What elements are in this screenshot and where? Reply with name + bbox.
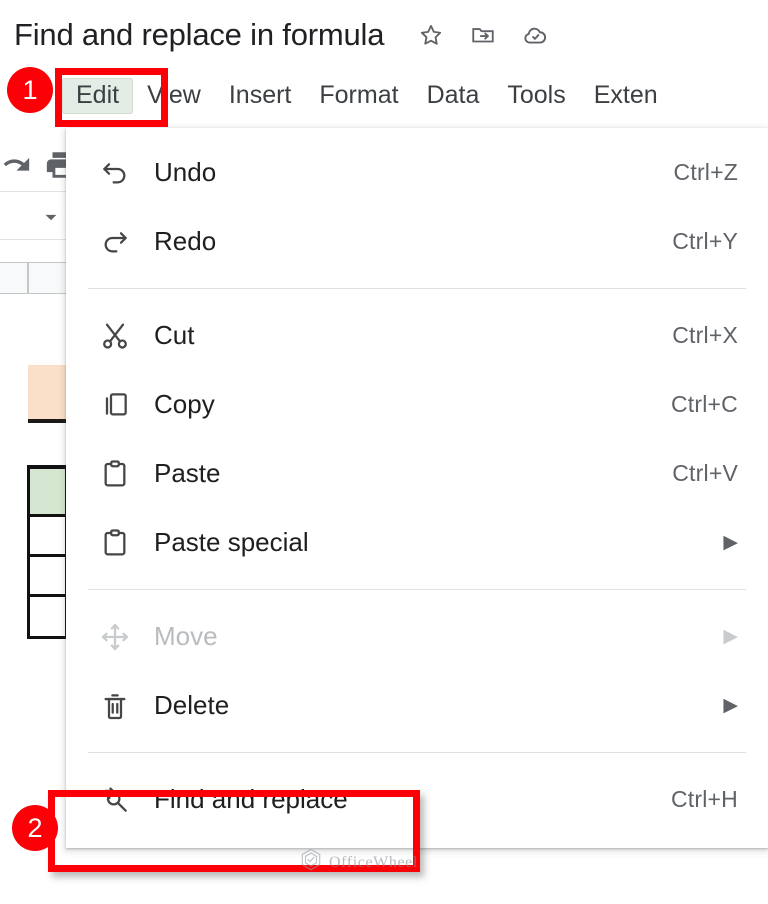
menu-item-redo[interactable]: Redo Ctrl+Y <box>66 207 768 276</box>
sheet-cell[interactable] <box>27 517 68 557</box>
menu-item-shortcut: Ctrl+X <box>672 322 738 348</box>
officewheel-logo-icon <box>300 848 322 877</box>
submenu-arrow-icon: ▶ <box>723 532 738 553</box>
submenu-arrow-icon: ▶ <box>723 626 738 647</box>
delete-icon <box>98 689 132 723</box>
menu-item-shortcut: Ctrl+C <box>670 391 738 417</box>
menu-item-shortcut: Ctrl+Y <box>672 228 738 254</box>
title-bar: Find and replace in formula <box>14 8 768 62</box>
move-to-folder-icon[interactable] <box>470 22 496 48</box>
redo-icon <box>98 225 132 259</box>
move-icon <box>98 620 132 654</box>
menu-item-delete[interactable]: Delete ▶ <box>66 671 768 740</box>
submenu-arrow-icon: ▶ <box>723 695 738 716</box>
callout-badge-2: 2 <box>12 805 58 851</box>
menu-item-find-and-replace[interactable]: Find and replace Ctrl+H <box>66 765 768 834</box>
menu-item-label: Delete <box>154 690 230 720</box>
paste-icon <box>98 457 132 491</box>
menu-item-label: Find and replace <box>154 784 348 814</box>
copy-icon <box>98 388 132 422</box>
menu-item-cut[interactable]: Cut Ctrl+X <box>66 301 768 370</box>
watermark-text: OfficeWheel <box>329 853 418 871</box>
sheet-cell-orange[interactable] <box>28 365 68 423</box>
menubar-item-data[interactable]: Data <box>413 78 494 114</box>
menubar-item-insert[interactable]: Insert <box>215 78 306 114</box>
menu-item-paste-special[interactable]: Paste special ▶ <box>66 508 768 577</box>
menu-item-label: Paste <box>154 458 221 488</box>
sheet-cell[interactable] <box>27 597 68 639</box>
menu-item-shortcut: Ctrl+V <box>672 460 738 486</box>
menu-item-label: Cut <box>154 320 195 350</box>
menubar-item-view[interactable]: View <box>133 78 215 114</box>
menubar-item-exten[interactable]: Exten <box>580 78 672 114</box>
menu-item-label: Copy <box>154 389 215 419</box>
menu-item-shortcut: Ctrl+Z <box>673 159 738 185</box>
menu-item-paste[interactable]: Paste Ctrl+V <box>66 439 768 508</box>
watermark: OfficeWheel <box>300 848 418 877</box>
menu-separator <box>88 752 746 753</box>
menu-item-move: Move ▶ <box>66 602 768 671</box>
sheet-cell[interactable] <box>27 557 68 597</box>
star-icon[interactable] <box>418 22 444 48</box>
menu-item-undo[interactable]: Undo Ctrl+Z <box>66 138 768 207</box>
menu-separator <box>88 288 746 289</box>
dropdown-caret-icon[interactable] <box>38 204 64 235</box>
undo-icon <box>98 156 132 190</box>
find-replace-icon <box>98 783 132 817</box>
column-header-cell[interactable] <box>28 262 68 294</box>
menu-item-label: Redo <box>154 226 217 256</box>
cloud-saved-icon[interactable] <box>522 22 548 48</box>
menubar-item-format[interactable]: Format <box>305 78 412 114</box>
menu-item-label: Paste special <box>154 527 309 557</box>
menu-item-label: Undo <box>154 157 217 187</box>
menu-separator <box>88 589 746 590</box>
menubar-item-tools[interactable]: Tools <box>493 78 579 114</box>
menubar-item-edit[interactable]: Edit <box>62 78 134 114</box>
callout-badge-1: 1 <box>7 67 53 113</box>
menu-item-shortcut: Ctrl+H <box>670 786 738 812</box>
edit-dropdown-menu: Undo Ctrl+Z Redo Ctrl+Y Cut Ctrl+X Copy Ctrl+C P… <box>66 128 768 848</box>
menu-bar: Edit View Insert Format Data Tools Exten <box>0 70 768 122</box>
document-title[interactable]: Find and replace in formula <box>14 17 384 53</box>
sheet-cell-green[interactable] <box>27 465 68 517</box>
redo-arrow-icon[interactable] <box>0 148 32 187</box>
paste-special-icon <box>98 526 132 560</box>
title-icon-group <box>418 22 548 48</box>
column-header-cell[interactable] <box>0 262 28 294</box>
menu-item-copy[interactable]: Copy Ctrl+C <box>66 370 768 439</box>
menu-item-label: Move <box>154 621 218 651</box>
cut-icon <box>98 319 132 353</box>
